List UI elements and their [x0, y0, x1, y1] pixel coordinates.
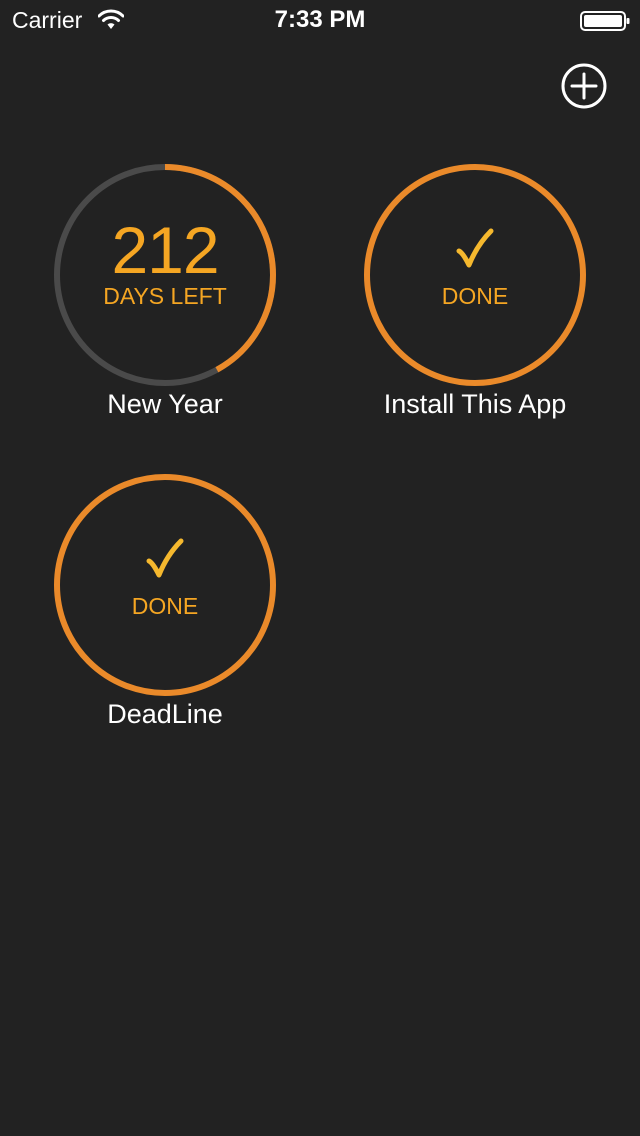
timer-name: New Year	[107, 389, 223, 419]
days-left-caption: DAYS LEFT	[103, 283, 227, 309]
done-label: DONE	[441, 283, 509, 309]
timer-item[interactable]: DONE DeadLine	[45, 465, 285, 755]
status-bar: Carrier 7:33 PM	[0, 0, 640, 40]
timer-item[interactable]: 212 DAYS LEFT New Year	[45, 155, 285, 445]
status-time: 7:33 PM	[274, 6, 366, 33]
timer-item[interactable]: DONE Install This App	[355, 155, 595, 445]
checkmark-icon	[146, 538, 184, 578]
completed-ring	[364, 164, 586, 386]
done-label: DONE	[131, 593, 199, 619]
completed-ring	[54, 474, 276, 696]
add-timer-button[interactable]	[560, 62, 608, 110]
days-left-value: 212	[111, 213, 219, 287]
plus-circle-icon	[561, 63, 607, 109]
timer-name: Install This App	[383, 389, 567, 419]
battery-icon	[580, 11, 630, 31]
timer-name: DeadLine	[107, 699, 223, 729]
checkmark-icon	[456, 228, 494, 268]
